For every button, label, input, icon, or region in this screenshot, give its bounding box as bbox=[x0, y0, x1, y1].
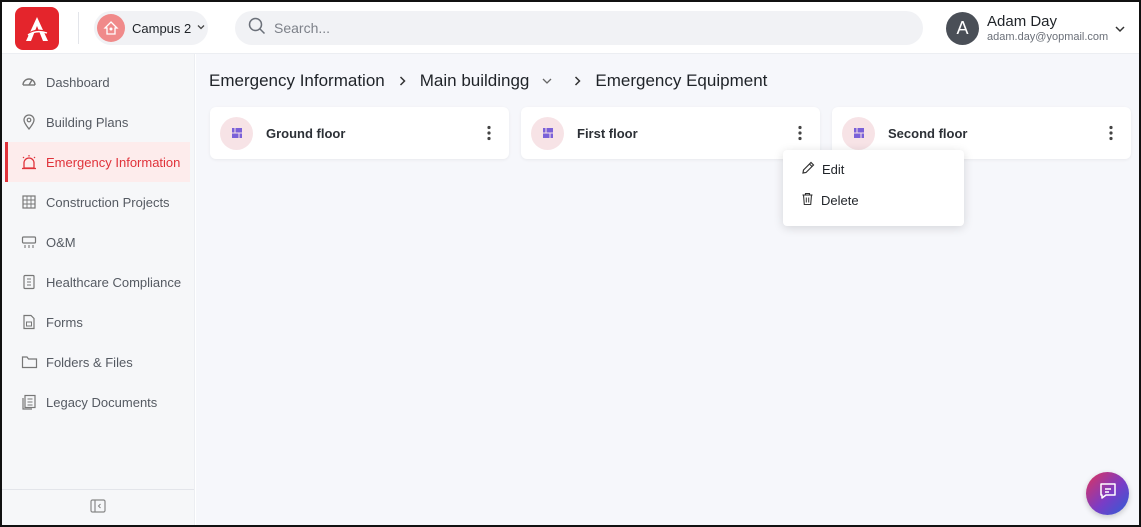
breadcrumb: Emergency Information Main buildingg Eme… bbox=[209, 70, 767, 92]
more-vertical-icon[interactable] bbox=[481, 123, 497, 143]
sidebar-item-healthcare-compliance[interactable]: Healthcare Compliance bbox=[5, 262, 190, 302]
breadcrumb-building[interactable]: Main buildingg bbox=[420, 71, 530, 91]
dashboard-icon bbox=[20, 73, 38, 91]
floor-card-label: First floor bbox=[577, 125, 638, 141]
more-vertical-icon[interactable] bbox=[792, 123, 808, 143]
more-vertical-icon[interactable] bbox=[1103, 123, 1119, 143]
divider bbox=[78, 12, 79, 44]
chevron-right-icon bbox=[573, 75, 582, 87]
user-email: adam.day@yopmail.com bbox=[987, 30, 1109, 43]
top-bar: Campus 2 A Adam Day adam.day@yopmail.com bbox=[2, 2, 1139, 54]
search-icon bbox=[248, 17, 266, 40]
app-window: Campus 2 A Adam Day adam.day@yopmail.com bbox=[0, 0, 1141, 527]
floor-plan-icon bbox=[531, 116, 564, 150]
construction-icon bbox=[20, 193, 38, 211]
sidebar-item-label: Dashboard bbox=[46, 74, 110, 90]
floor-plan-icon bbox=[220, 116, 253, 150]
sidebar-item-label: Emergency Information bbox=[46, 154, 181, 170]
air-conditioner-icon bbox=[20, 233, 38, 251]
chat-button[interactable] bbox=[1086, 472, 1129, 515]
folder-icon bbox=[20, 353, 38, 371]
sidebar-item-label: Building Plans bbox=[46, 114, 129, 130]
campus-icon bbox=[97, 14, 125, 42]
chevron-down-icon[interactable] bbox=[541, 76, 553, 86]
floor-plan-icon bbox=[842, 116, 875, 150]
chevron-down-icon[interactable] bbox=[1114, 22, 1126, 40]
delete-menu-item[interactable]: Delete bbox=[783, 185, 964, 215]
floor-card-label: Second floor bbox=[888, 125, 968, 141]
sidebar-item-label: Forms bbox=[46, 314, 83, 330]
pencil-icon bbox=[801, 161, 815, 178]
sidebar-item-label: Healthcare Compliance bbox=[46, 274, 182, 290]
chevron-right-icon bbox=[398, 75, 407, 87]
trash-icon bbox=[801, 192, 814, 209]
edit-label: Edit bbox=[822, 161, 845, 177]
form-icon bbox=[20, 313, 38, 331]
sidebar-item-construction-projects[interactable]: Construction Projects bbox=[5, 182, 190, 222]
sidebar-item-label: Folders & Files bbox=[46, 354, 133, 370]
floor-card[interactable]: Ground floor bbox=[210, 107, 509, 159]
sidebar-footer bbox=[2, 489, 194, 525]
map-pin-icon bbox=[20, 113, 38, 131]
sidebar-item-label: Construction Projects bbox=[46, 194, 170, 210]
chevron-down-icon bbox=[196, 19, 206, 37]
app-logo[interactable] bbox=[15, 7, 59, 50]
main-content: Emergency Information Main buildingg Eme… bbox=[196, 54, 1139, 525]
collapse-sidebar-icon[interactable] bbox=[90, 499, 106, 518]
campus-selector[interactable]: Campus 2 bbox=[94, 11, 208, 45]
delete-label: Delete bbox=[821, 192, 859, 208]
sidebar-item-label: Legacy Documents bbox=[46, 394, 158, 410]
user-name: Adam Day bbox=[987, 12, 1058, 30]
user-menu[interactable]: A Adam Day adam.day@yopmail.com bbox=[946, 10, 1131, 46]
breadcrumb-emergency-information[interactable]: Emergency Information bbox=[209, 71, 385, 91]
avatar[interactable]: A bbox=[946, 11, 979, 45]
floor-card-label: Ground floor bbox=[266, 125, 346, 141]
sidebar-item-label: O&M bbox=[46, 234, 76, 250]
sidebar-item-forms[interactable]: Forms bbox=[5, 302, 190, 342]
edit-menu-item[interactable]: Edit bbox=[783, 154, 964, 184]
floor-card[interactable]: First floor bbox=[521, 107, 820, 159]
search-input[interactable] bbox=[274, 20, 874, 36]
sidebar-item-dashboard[interactable]: Dashboard bbox=[5, 62, 190, 102]
notebook-icon bbox=[20, 273, 38, 291]
breadcrumb-current: Emergency Equipment bbox=[595, 71, 768, 90]
campus-label: Campus 2 bbox=[132, 20, 192, 36]
sidebar-item-building-plans[interactable]: Building Plans bbox=[5, 102, 190, 142]
sidebar-item-folders-files[interactable]: Folders & Files bbox=[5, 342, 190, 382]
sidebar-item-legacy-documents[interactable]: Legacy Documents bbox=[5, 382, 190, 422]
chat-icon bbox=[1098, 481, 1118, 506]
card-context-menu: Edit Delete bbox=[783, 150, 964, 226]
sidebar-item-om[interactable]: O&M bbox=[5, 222, 190, 262]
search-bar[interactable] bbox=[235, 11, 923, 45]
documents-icon bbox=[20, 393, 38, 411]
alarm-icon bbox=[20, 153, 38, 171]
sidebar-item-emergency-information[interactable]: Emergency Information bbox=[5, 142, 190, 182]
sidebar: Dashboard Building Plans Emergency Infor… bbox=[2, 54, 195, 525]
